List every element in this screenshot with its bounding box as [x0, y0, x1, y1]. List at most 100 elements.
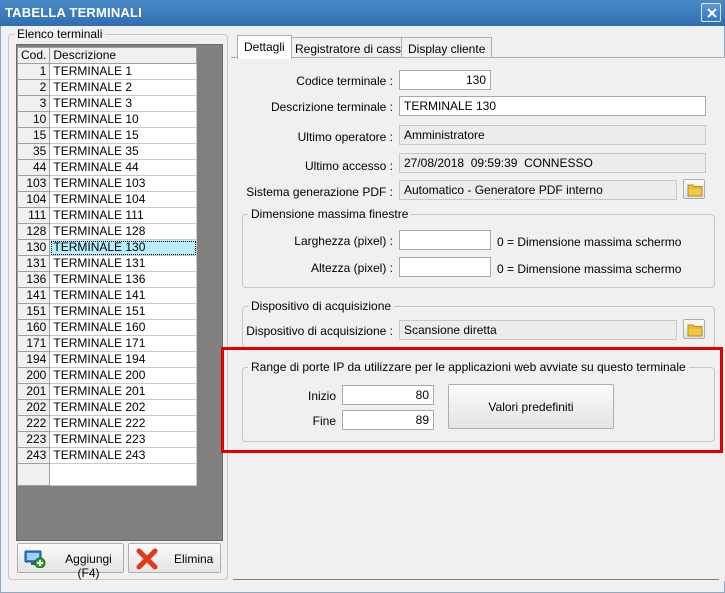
sistema-pdf-field: Automatico - Generatore PDF interno: [399, 180, 677, 200]
terminal-list-row[interactable]: 136 TERMINALE 136: [16, 271, 197, 288]
terminal-cod-cell: 104: [16, 191, 51, 208]
pdf-browse-button[interactable]: [683, 179, 705, 199]
terminal-cod-cell: 15: [16, 127, 51, 144]
valori-predefiniti-button[interactable]: Valori predefiniti: [448, 384, 614, 429]
terminal-desc-cell: TERMINALE 194: [49, 351, 197, 368]
terminal-cod-cell: 194: [16, 351, 51, 368]
ultimo-operatore-label: Ultimo operatore :: [297, 130, 393, 144]
dispositivo-acquisizione-label: Dispositivo di acquisizione :: [246, 324, 393, 338]
terminal-list-row[interactable]: 44 TERMINALE 44: [16, 159, 197, 176]
altezza-label: Altezza (pixel) :: [310, 261, 393, 275]
inizio-input[interactable]: 80: [342, 385, 434, 405]
column-header-descrizione[interactable]: Descrizione: [49, 47, 197, 64]
terminal-list-row[interactable]: 3 TERMINALE 3: [16, 95, 197, 112]
add-terminal-button[interactable]: Aggiungi (F4): [17, 543, 124, 580]
terminal-desc-cell: TERMINALE 141: [49, 287, 197, 304]
terminal-cod-cell: 1: [16, 63, 51, 80]
close-icon: [707, 8, 717, 18]
terminal-list-row[interactable]: 103 TERMINALE 103: [16, 175, 197, 192]
terminal-cod-cell: 2: [16, 79, 51, 96]
terminal-list-row[interactable]: 128 TERMINALE 128: [16, 223, 197, 240]
terminal-desc-cell: TERMINALE 136: [49, 271, 197, 288]
terminal-desc-cell: TERMINALE 223: [49, 431, 197, 448]
terminal-list-row[interactable]: 35 TERMINALE 35: [16, 143, 197, 160]
terminal-desc-cell: TERMINALE 130: [49, 239, 197, 256]
terminal-cod-cell: 141: [16, 287, 51, 304]
terminal-list-row[interactable]: 131 TERMINALE 131: [16, 255, 197, 272]
terminal-list-row[interactable]: 160 TERMINALE 160: [16, 319, 197, 336]
terminal-cod-cell: 10: [16, 111, 51, 128]
window-title: TABELLA TERMINALI: [5, 5, 142, 20]
terminal-list-row[interactable]: 222 TERMINALE 222: [16, 415, 197, 432]
terminal-cod-cell: 201: [16, 383, 51, 400]
terminal-list-row[interactable]: 1 TERMINALE 1: [16, 63, 197, 80]
terminal-list-row[interactable]: 2 TERMINALE 2: [16, 79, 197, 96]
terminal-cod-cell: 223: [16, 431, 51, 448]
tab-dettagli[interactable]: Dettagli: [237, 35, 292, 59]
terminal-desc-cell: TERMINALE 201: [49, 383, 197, 400]
terminal-list-row[interactable]: 194 TERMINALE 194: [16, 351, 197, 368]
terminal-desc-cell: TERMINALE 1: [49, 63, 197, 80]
terminal-list-row[interactable]: 171 TERMINALE 171: [16, 335, 197, 352]
fine-label: Fine: [312, 414, 336, 428]
terminal-list-row[interactable]: 111 TERMINALE 111: [16, 207, 197, 224]
window-title-bar: TABELLA TERMINALI: [0, 0, 725, 26]
terminal-desc-cell: TERMINALE 44: [49, 159, 197, 176]
terminal-desc-cell: TERMINALE 151: [49, 303, 197, 320]
terminal-cod-cell: 222: [16, 415, 51, 432]
larghezza-label: Larghezza (pixel) :: [294, 234, 393, 248]
terminal-desc-cell: TERMINALE 160: [49, 319, 197, 336]
terminal-list-row[interactable]: 223 TERMINALE 223: [16, 431, 197, 448]
tab-display-cliente-label: Display cliente: [408, 42, 486, 56]
tab-display-cliente[interactable]: Display cliente: [401, 37, 493, 59]
terminal-list-row[interactable]: 10 TERMINALE 10: [16, 111, 197, 128]
tab-dettagli-label: Dettagli: [244, 40, 285, 54]
fine-input[interactable]: 89: [342, 410, 434, 430]
acquisition-browse-button[interactable]: [683, 319, 705, 339]
terminal-list-row[interactable]: 141 TERMINALE 141: [16, 287, 197, 304]
terminal-cod-cell: 130: [16, 239, 51, 256]
altezza-input[interactable]: [399, 257, 491, 277]
terminal-list-row[interactable]: 15 TERMINALE 15: [16, 127, 197, 144]
folder-icon: [687, 184, 703, 197]
descrizione-terminale-input[interactable]: TERMINALE 130: [399, 96, 706, 116]
terminal-cod-cell: 171: [16, 335, 51, 352]
terminal-list-header-row: Cod. Descrizione: [16, 47, 197, 64]
terminal-desc-cell: TERMINALE 222: [49, 415, 197, 432]
terminal-list-group-title: Elenco terminali: [14, 27, 106, 41]
terminal-list-row[interactable]: 130 TERMINALE 130: [16, 239, 197, 256]
terminal-cod-cell: 131: [16, 255, 51, 272]
terminal-list-row[interactable]: 151 TERMINALE 151: [16, 303, 197, 320]
close-window-button[interactable]: [701, 3, 721, 22]
empty-cell: [16, 463, 51, 486]
delete-terminal-button[interactable]: Elimina: [128, 543, 221, 573]
ultimo-accesso-field: 27/08/2018 09:59:39 CONNESSO: [399, 153, 706, 173]
folder-icon: [687, 324, 703, 337]
terminal-desc-cell: TERMINALE 128: [49, 223, 197, 240]
codice-terminale-input[interactable]: 130: [399, 70, 491, 90]
terminal-cod-cell: 128: [16, 223, 51, 240]
terminal-list-row[interactable]: 202 TERMINALE 202: [16, 399, 197, 416]
terminal-desc-cell: TERMINALE 10: [49, 111, 197, 128]
terminal-list-row[interactable]: 200 TERMINALE 200: [16, 367, 197, 384]
sistema-pdf-label: Sistema generazione PDF :: [246, 185, 393, 199]
larghezza-hint: 0 = Dimensione massima schermo: [497, 235, 682, 249]
terminal-cod-cell: 111: [16, 207, 51, 224]
terminal-list-row[interactable]: 243 TERMINALE 243: [16, 447, 197, 464]
terminal-list-row[interactable]: 104 TERMINALE 104: [16, 191, 197, 208]
acquisition-group-title: Dispositivo di acquisizione: [248, 299, 395, 313]
terminal-cod-cell: 151: [16, 303, 51, 320]
terminal-cod-cell: 202: [16, 399, 51, 416]
terminal-desc-cell: TERMINALE 131: [49, 255, 197, 272]
terminal-cod-cell: 103: [16, 175, 51, 192]
add-monitor-icon: [24, 550, 46, 568]
larghezza-input[interactable]: [399, 230, 491, 250]
column-header-cod[interactable]: Cod.: [16, 47, 51, 64]
tab-registratore-di-cassa[interactable]: Registratore di cassa: [288, 37, 415, 59]
terminal-desc-cell: TERMINALE 15: [49, 127, 197, 144]
terminal-desc-cell: TERMINALE 35: [49, 143, 197, 160]
window-size-group-title: Dimensione massima finestre: [248, 207, 412, 221]
terminal-desc-cell: TERMINALE 200: [49, 367, 197, 384]
terminal-list-row[interactable]: 201 TERMINALE 201: [16, 383, 197, 400]
descrizione-terminale-label: Descrizione terminale :: [270, 100, 393, 114]
